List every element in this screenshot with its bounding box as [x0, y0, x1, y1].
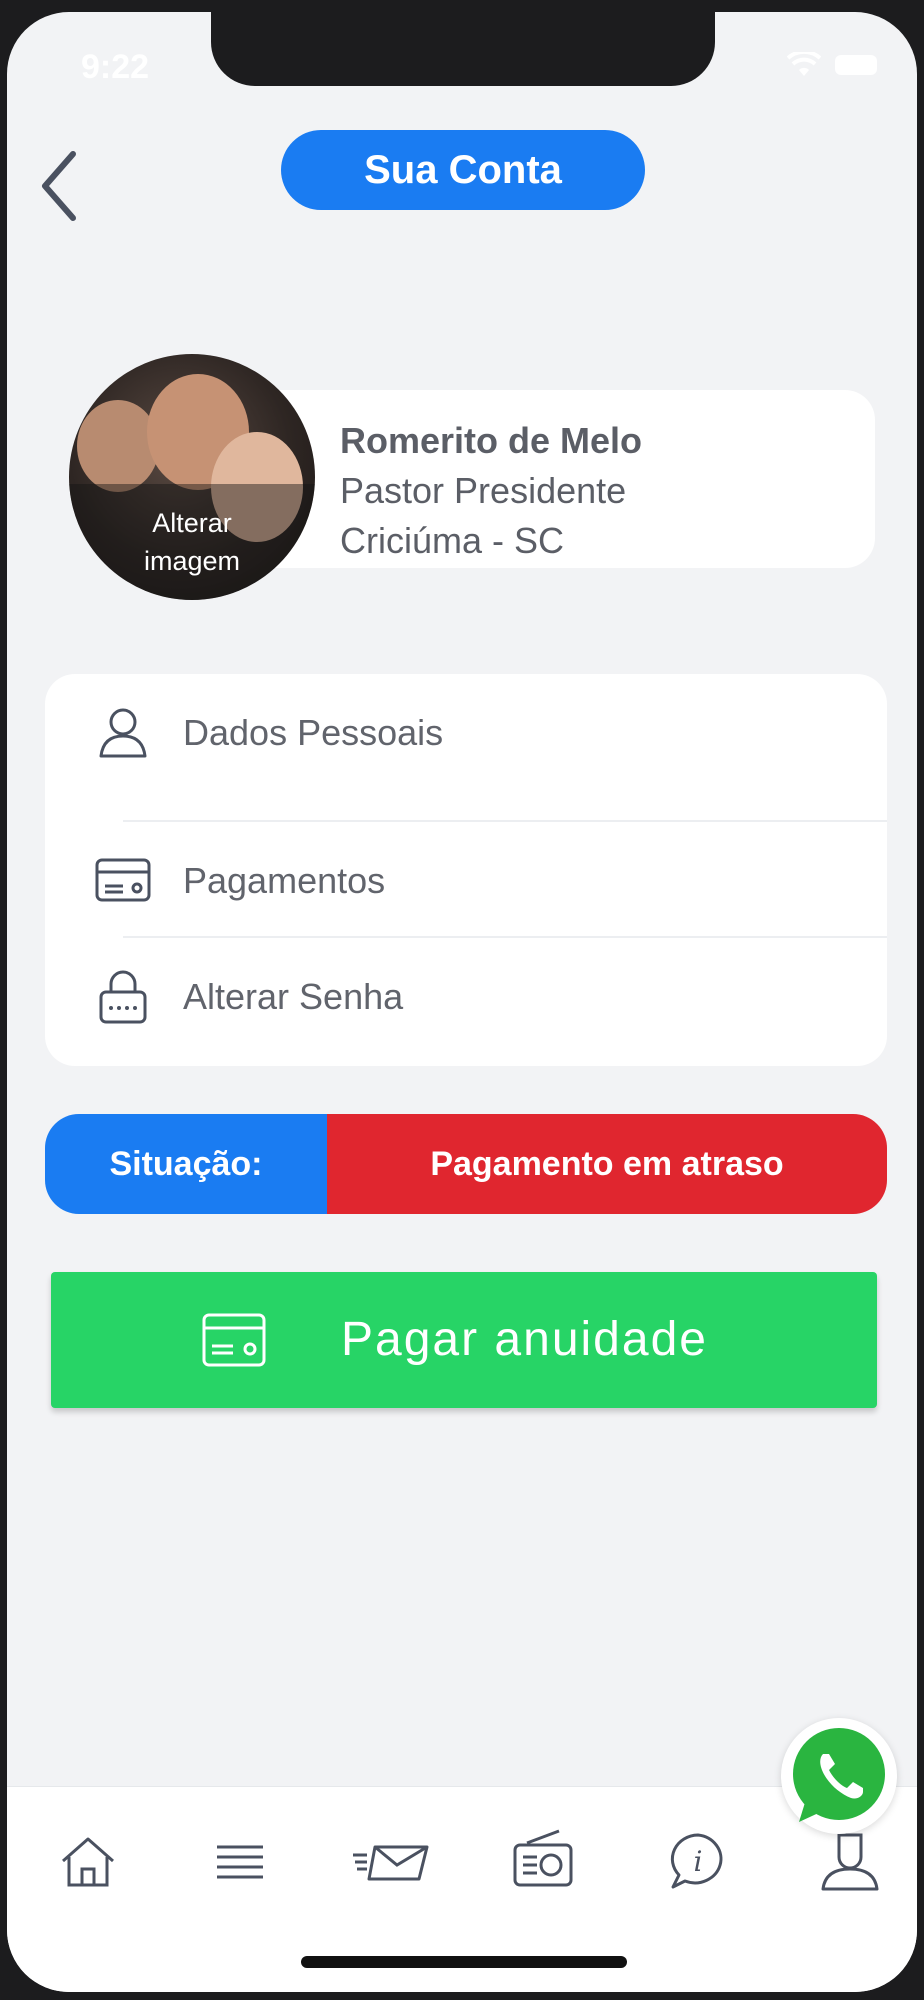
list-icon: [217, 1845, 263, 1879]
status-time: 9:22: [81, 48, 150, 86]
status-badge: Pagamento em atraso: [327, 1114, 887, 1214]
menu-item-label: Alterar Senha: [183, 976, 404, 1017]
user-icon: [821, 1833, 879, 1891]
phone-screen: 9:22 Sua Conta Alterar imagem Romerito d…: [7, 12, 917, 1992]
whatsapp-button[interactable]: [781, 1718, 897, 1834]
pay-annuity-label: Pagar anuidade: [341, 1313, 708, 1366]
tab-radio[interactable]: [507, 1827, 577, 1897]
account-menu: Dados Pessoais Pagamentos Alterar Senha: [45, 674, 887, 1066]
lock-icon: [99, 970, 147, 1024]
credit-card-icon: [202, 1313, 266, 1367]
tab-menu[interactable]: [205, 1827, 275, 1897]
menu-item-personal-data[interactable]: Dados Pessoais: [45, 674, 887, 790]
avatar-photo-face: [77, 400, 159, 492]
info-icon: i: [670, 1833, 723, 1889]
whatsapp-icon: [793, 1728, 885, 1822]
back-button[interactable]: [37, 144, 87, 224]
profile-role: Pastor Presidente: [340, 470, 627, 511]
profile-name: Romerito de Melo: [340, 420, 643, 461]
home-icon: [62, 1837, 114, 1887]
home-indicator: [301, 1956, 627, 1968]
pay-annuity-button[interactable]: Pagar anuidade: [51, 1272, 877, 1408]
notch: [211, 12, 715, 86]
wifi-icon: [787, 52, 821, 76]
status-label: Situação:: [45, 1114, 327, 1214]
avatar[interactable]: Alterar imagem: [69, 354, 315, 600]
menu-item-payments[interactable]: Pagamentos: [45, 822, 887, 938]
tab-account[interactable]: [815, 1827, 885, 1897]
radio-icon: [513, 1829, 573, 1887]
menu-item-label: Pagamentos: [183, 860, 386, 901]
user-icon: [99, 708, 147, 758]
change-image-label[interactable]: Alterar imagem: [69, 504, 315, 580]
mail-icon: [353, 1845, 429, 1881]
change-image-line2: imagem: [143, 546, 241, 576]
change-image-line1: Alterar: [152, 508, 232, 538]
chevron-left-icon: [42, 151, 76, 221]
menu-item-change-password[interactable]: Alterar Senha: [45, 938, 887, 1054]
tab-info[interactable]: i: [663, 1827, 733, 1897]
profile-location: Criciúma - SC: [340, 520, 565, 561]
tab-messages[interactable]: [351, 1827, 431, 1897]
svg-text:i: i: [694, 1845, 703, 1878]
page-title: Sua Conta: [281, 130, 645, 210]
battery-icon: [835, 55, 877, 75]
tab-home[interactable]: [53, 1827, 123, 1897]
credit-card-icon: [95, 858, 151, 902]
payment-status: Situação: Pagamento em atraso: [45, 1114, 887, 1214]
status-icons: [787, 52, 877, 78]
menu-item-label: Dados Pessoais: [183, 712, 444, 753]
